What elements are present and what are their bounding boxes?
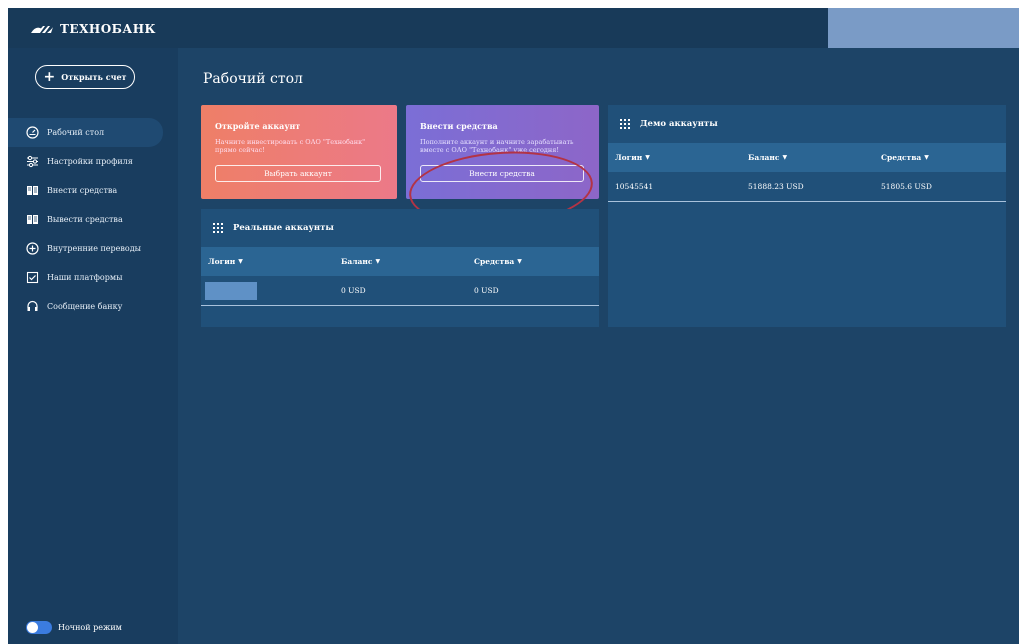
open-account-button[interactable]: + Открыть счет	[35, 65, 135, 89]
sidebar-item-label: Наши платформы	[47, 273, 123, 282]
cell-funds: 0 USD	[474, 286, 499, 295]
table-row[interactable]: 0 USD 0 USD	[201, 276, 599, 306]
caret-down-icon: ▼	[924, 154, 929, 161]
sidebar-item-label: Внутренние переводы	[47, 244, 142, 253]
page-title: Рабочий стол	[203, 71, 303, 87]
open-account-label: Открыть счет	[61, 72, 127, 82]
real-accounts-panel: Реальные аккаунты Логин ▼ Баланс ▼ Средств…	[201, 209, 599, 327]
demo-accounts-header: Демо аккаунты	[608, 105, 1006, 143]
sidebar-item-profile-settings[interactable]: Настройки профиля	[8, 147, 178, 176]
choose-account-button[interactable]: Выбрать аккаунт	[215, 165, 381, 182]
top-bar: ТЕХНОБАНК	[8, 8, 1019, 48]
deposit-card: Внести средства Пополните аккаунт и начн…	[406, 105, 599, 199]
brand-mark-icon	[31, 26, 53, 33]
sidebar-item-platforms[interactable]: Наши платформы	[8, 263, 178, 292]
column-balance[interactable]: Баланс ▼	[334, 257, 467, 266]
sidebar-item-label: Рабочий стол	[47, 128, 105, 137]
real-accounts-table-header: Логин ▼ Баланс ▼ Средства ▼	[201, 247, 599, 276]
sidebar-item-deposit[interactable]: Внести средства	[8, 176, 178, 205]
sidebar-item-label: Настройки профиля	[47, 157, 133, 166]
app-window: ТЕХНОБАНК + Открыть счет Рабочий стол На…	[8, 8, 1019, 644]
column-label: Средства	[474, 257, 515, 266]
night-mode: Ночной режим	[26, 621, 122, 634]
login-placeholder	[205, 281, 257, 300]
sidebar: + Открыть счет Рабочий стол Настройки пр…	[8, 48, 178, 644]
night-mode-toggle[interactable]	[26, 621, 52, 634]
column-label: Средства	[881, 153, 922, 162]
open-account-card: Откройте аккаунт Начните инвестировать с…	[201, 105, 397, 199]
cell-balance: 51888.23 USD	[748, 182, 804, 191]
table-row[interactable]: 10545541 51888.23 USD 51805.6 USD	[608, 172, 1006, 202]
caret-down-icon: ▼	[375, 258, 381, 265]
deposit-funds-button[interactable]: Внести средства	[420, 165, 584, 182]
sidebar-item-withdraw[interactable]: Вывести средства	[8, 205, 178, 234]
dashboard-icon	[26, 126, 39, 139]
night-mode-label: Ночной режим	[58, 623, 122, 632]
sidebar-item-label: Вывести средства	[47, 215, 123, 224]
brand-name: ТЕХНОБАНК	[60, 22, 156, 36]
sidebar-item-message-bank[interactable]: Сообщение банку	[8, 292, 178, 321]
caret-down-icon: ▼	[782, 154, 788, 161]
transfer-icon	[26, 242, 39, 255]
withdraw-icon	[26, 213, 39, 226]
platform-icon	[26, 271, 39, 284]
column-label: Логин	[615, 153, 643, 162]
grid-icon	[213, 223, 223, 233]
caret-down-icon: ▼	[238, 258, 243, 265]
column-login[interactable]: Логин ▼	[201, 257, 334, 266]
demo-accounts-table-header: Логин ▼ Баланс ▼ Средства ▼	[608, 143, 1006, 172]
grid-icon	[620, 119, 630, 129]
column-login[interactable]: Логин ▼	[608, 153, 741, 162]
plus-icon: +	[43, 69, 56, 85]
caret-down-icon: ▼	[517, 258, 522, 265]
sidebar-nav: Рабочий стол Настройки профиля Внести ср…	[8, 118, 178, 321]
cell-funds: 51805.6 USD	[881, 182, 932, 191]
top-bar-accent	[828, 8, 1019, 48]
deposit-card-text: Пополните аккаунт и начните зарабатывать…	[420, 138, 574, 154]
real-accounts-title: Реальные аккаунты	[233, 223, 334, 233]
column-funds[interactable]: Средства ▼	[467, 257, 599, 266]
column-funds[interactable]: Средства ▼	[874, 153, 1006, 162]
sidebar-item-label: Сообщение банку	[47, 302, 123, 311]
column-balance[interactable]: Баланс ▼	[741, 153, 874, 162]
headset-icon	[26, 300, 39, 313]
caret-down-icon: ▼	[645, 154, 650, 161]
cell-balance: 0 USD	[341, 286, 366, 295]
main-content: Рабочий стол Откройте аккаунт Начните ин…	[178, 48, 1019, 644]
brand-logo[interactable]: ТЕХНОБАНК	[30, 22, 156, 36]
open-account-card-text: Начните инвестировать с ОАО "Технобанк" …	[215, 138, 366, 154]
sidebar-item-dashboard[interactable]: Рабочий стол	[8, 118, 163, 147]
open-account-card-title: Откройте аккаунт	[215, 121, 301, 131]
sliders-icon	[26, 155, 39, 168]
column-label: Баланс	[341, 257, 373, 266]
sidebar-item-label: Внести средства	[47, 186, 118, 195]
cell-login	[201, 281, 334, 300]
real-accounts-header: Реальные аккаунты	[201, 209, 599, 247]
demo-accounts-panel: Демо аккаунты Логин ▼ Баланс ▼ Средства ▼ 1…	[608, 105, 1006, 327]
column-label: Баланс	[748, 153, 780, 162]
deposit-card-title: Внести средства	[420, 121, 498, 131]
demo-accounts-title: Демо аккаунты	[640, 119, 718, 129]
sidebar-item-internal-transfers[interactable]: Внутренние переводы	[8, 234, 178, 263]
cell-login: 10545541	[615, 182, 654, 191]
column-label: Логин	[208, 257, 236, 266]
deposit-icon	[26, 184, 39, 197]
